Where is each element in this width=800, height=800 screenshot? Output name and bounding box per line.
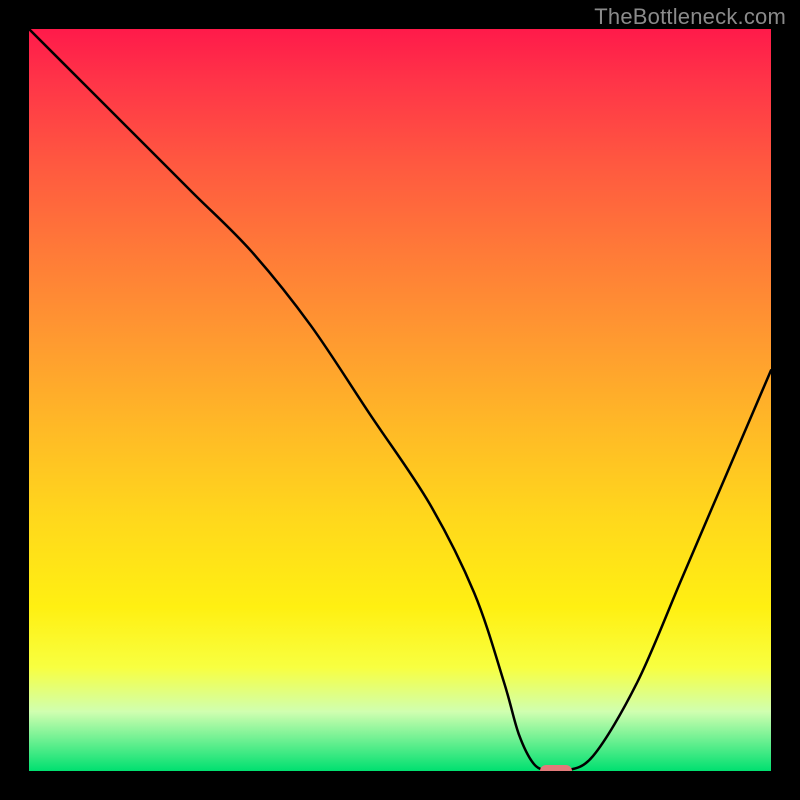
plot-area: [29, 29, 771, 771]
bottleneck-curve: [29, 29, 771, 771]
optimum-marker: [540, 765, 572, 771]
chart-frame: TheBottleneck.com: [0, 0, 800, 800]
watermark-text: TheBottleneck.com: [594, 4, 786, 30]
